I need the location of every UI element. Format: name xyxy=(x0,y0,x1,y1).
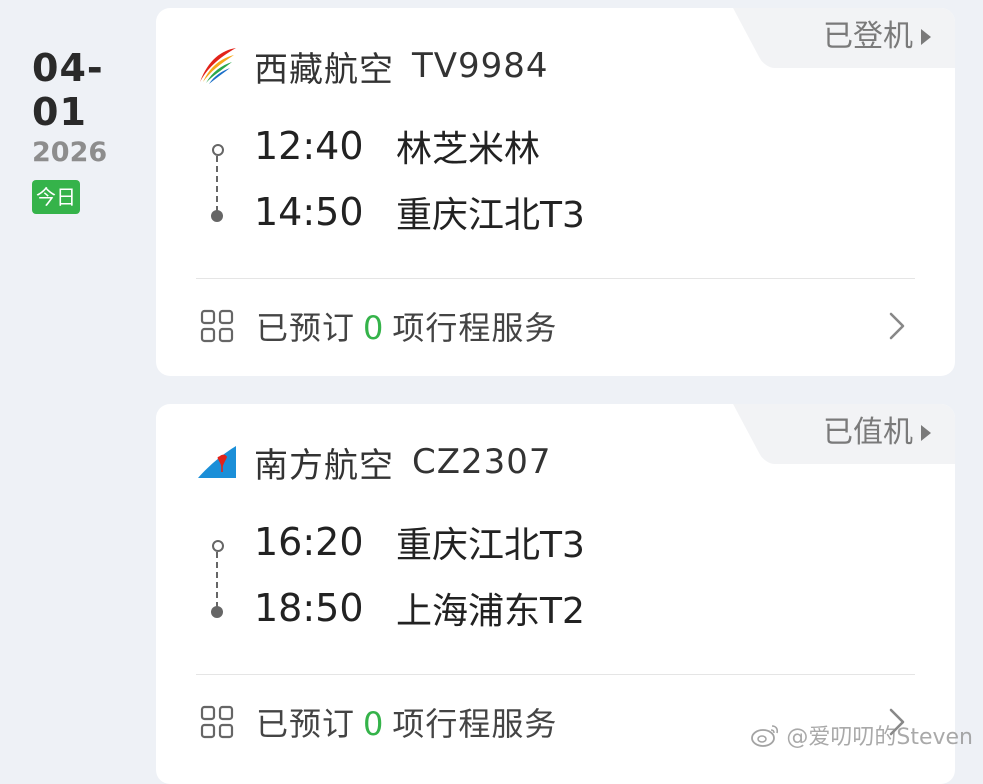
services-text: 已预订 0 项行程服务 xyxy=(256,303,557,349)
grid-icon xyxy=(200,705,234,739)
departure-airport: 重庆江北T3 xyxy=(396,525,585,566)
airline-name: 南方航空 xyxy=(254,445,394,486)
arrival-time: 18:50 xyxy=(254,586,364,630)
flight-status-label: 已值机 xyxy=(823,415,913,450)
arrival-time: 14:50 xyxy=(254,190,364,234)
card-divider xyxy=(196,674,915,675)
services-text: 已预订 0 项行程服务 xyxy=(256,699,557,745)
departure-time: 16:20 xyxy=(254,520,364,564)
triangle-right-icon xyxy=(921,425,931,441)
services-count: 0 xyxy=(363,705,385,743)
services-suffix: 项行程服务 xyxy=(392,309,558,347)
services-count: 0 xyxy=(363,309,385,347)
arrival-airport: 重庆江北T3 xyxy=(396,195,585,236)
date-column: 04-01 2026 今日 xyxy=(32,46,152,214)
flight-status-label: 已登机 xyxy=(823,19,913,54)
departure-row: 16:20 重庆江北T3 xyxy=(254,518,585,566)
tibet-airlines-logo-icon xyxy=(200,48,236,84)
route-timeline xyxy=(210,144,226,224)
flight-route: 12:40 林芝米林 14:50 重庆江北T3 xyxy=(196,118,796,258)
flight-status-button[interactable]: 已值机 xyxy=(823,410,931,456)
date-year: 2026 xyxy=(32,137,108,168)
trip-services-row[interactable]: 已预订 0 项行程服务 xyxy=(196,304,915,348)
watermark-text: @爱叨叨的Steven xyxy=(786,725,973,750)
departure-time: 12:40 xyxy=(254,124,364,168)
watermark: @爱叨叨的Steven xyxy=(750,719,973,751)
today-badge: 今日 xyxy=(32,180,80,214)
airline-name: 西藏航空 xyxy=(254,49,394,90)
chevron-right-icon[interactable] xyxy=(883,308,911,344)
flight-route: 16:20 重庆江北T3 18:50 上海浦东T2 xyxy=(196,514,796,654)
flight-number: CZ2307 xyxy=(412,442,552,482)
arrival-airport: 上海浦东T2 xyxy=(396,591,585,632)
departure-row: 12:40 林芝米林 xyxy=(254,122,540,170)
departure-dot-icon xyxy=(212,144,224,156)
flight-status-button[interactable]: 已登机 xyxy=(823,14,931,60)
triangle-right-icon xyxy=(921,29,931,45)
flight-number: TV9984 xyxy=(412,46,549,86)
route-dashed-line xyxy=(216,552,218,608)
services-suffix: 项行程服务 xyxy=(392,705,558,743)
weibo-icon xyxy=(751,725,779,747)
airline-header: 南方航空 CZ2307 xyxy=(196,440,552,486)
route-timeline xyxy=(210,540,226,620)
departure-airport: 林芝米林 xyxy=(396,129,541,170)
arrival-row: 18:50 上海浦东T2 xyxy=(254,584,585,632)
grid-icon xyxy=(200,309,234,343)
services-prefix: 已预订 xyxy=(256,705,356,743)
date-month-day: 04-01 xyxy=(32,46,104,134)
arrival-dot-icon xyxy=(211,606,223,618)
arrival-dot-icon xyxy=(211,210,223,222)
arrival-row: 14:50 重庆江北T3 xyxy=(254,188,585,236)
services-prefix: 已预订 xyxy=(256,309,356,347)
china-southern-logo-icon xyxy=(198,446,236,478)
route-dashed-line xyxy=(216,156,218,212)
airline-header: 西藏航空 TV9984 xyxy=(196,44,549,90)
card-divider xyxy=(196,278,915,279)
flight-card[interactable]: 已登机 西藏航空 TV9984 12:40 林芝米林 14:50 重庆江北T3 xyxy=(156,8,955,376)
departure-dot-icon xyxy=(212,540,224,552)
